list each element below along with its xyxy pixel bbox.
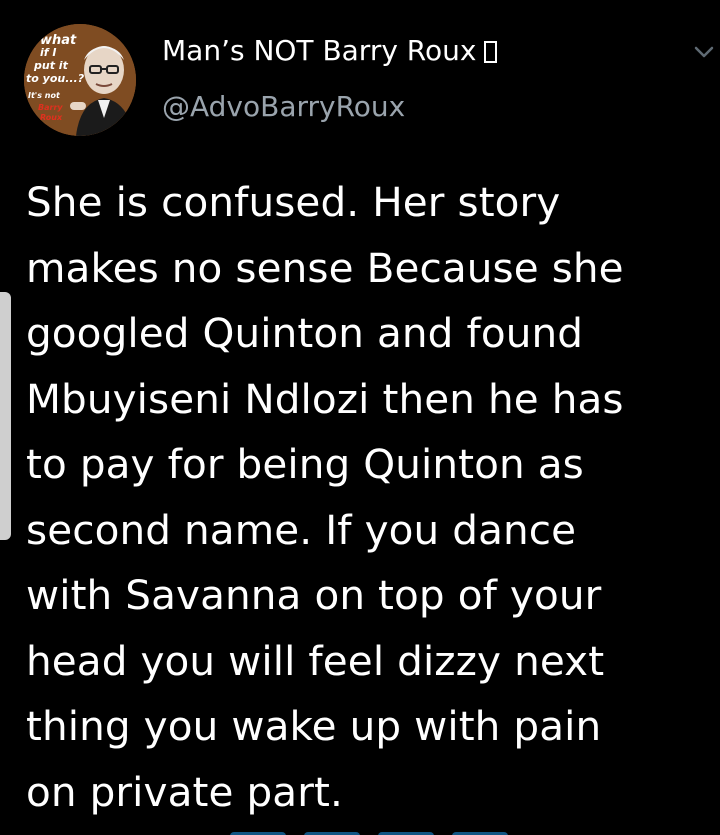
tweet-text: She is confused. Her story makes no sens… xyxy=(26,178,624,816)
scroll-indicator xyxy=(0,292,11,540)
avatar[interactable]: what if I put it to you...? It's not Bar… xyxy=(24,24,136,136)
avatar-text-3: put it xyxy=(33,59,69,72)
display-name-text: Man’s NOT Barry Roux xyxy=(162,34,477,67)
avatar-text-5: It's not xyxy=(28,91,61,100)
cut-off-content xyxy=(230,826,570,835)
user-handle[interactable]: @AdvoBarryRoux xyxy=(162,90,497,124)
avatar-text-6: Barry xyxy=(38,103,63,112)
avatar-text-2: if I xyxy=(40,46,56,59)
avatar-text-4: to you...? xyxy=(26,72,85,85)
chevron-down-icon[interactable] xyxy=(694,44,714,60)
author-info: Man’s NOT Barry Roux @AdvoBarryRoux xyxy=(162,34,498,124)
tweet: what if I put it to you...? It's not Bar… xyxy=(0,0,720,835)
display-name[interactable]: Man’s NOT Barry Roux xyxy=(162,34,498,68)
emoji-placeholder-icon xyxy=(484,41,498,63)
avatar-text-7: Roux xyxy=(40,113,63,122)
